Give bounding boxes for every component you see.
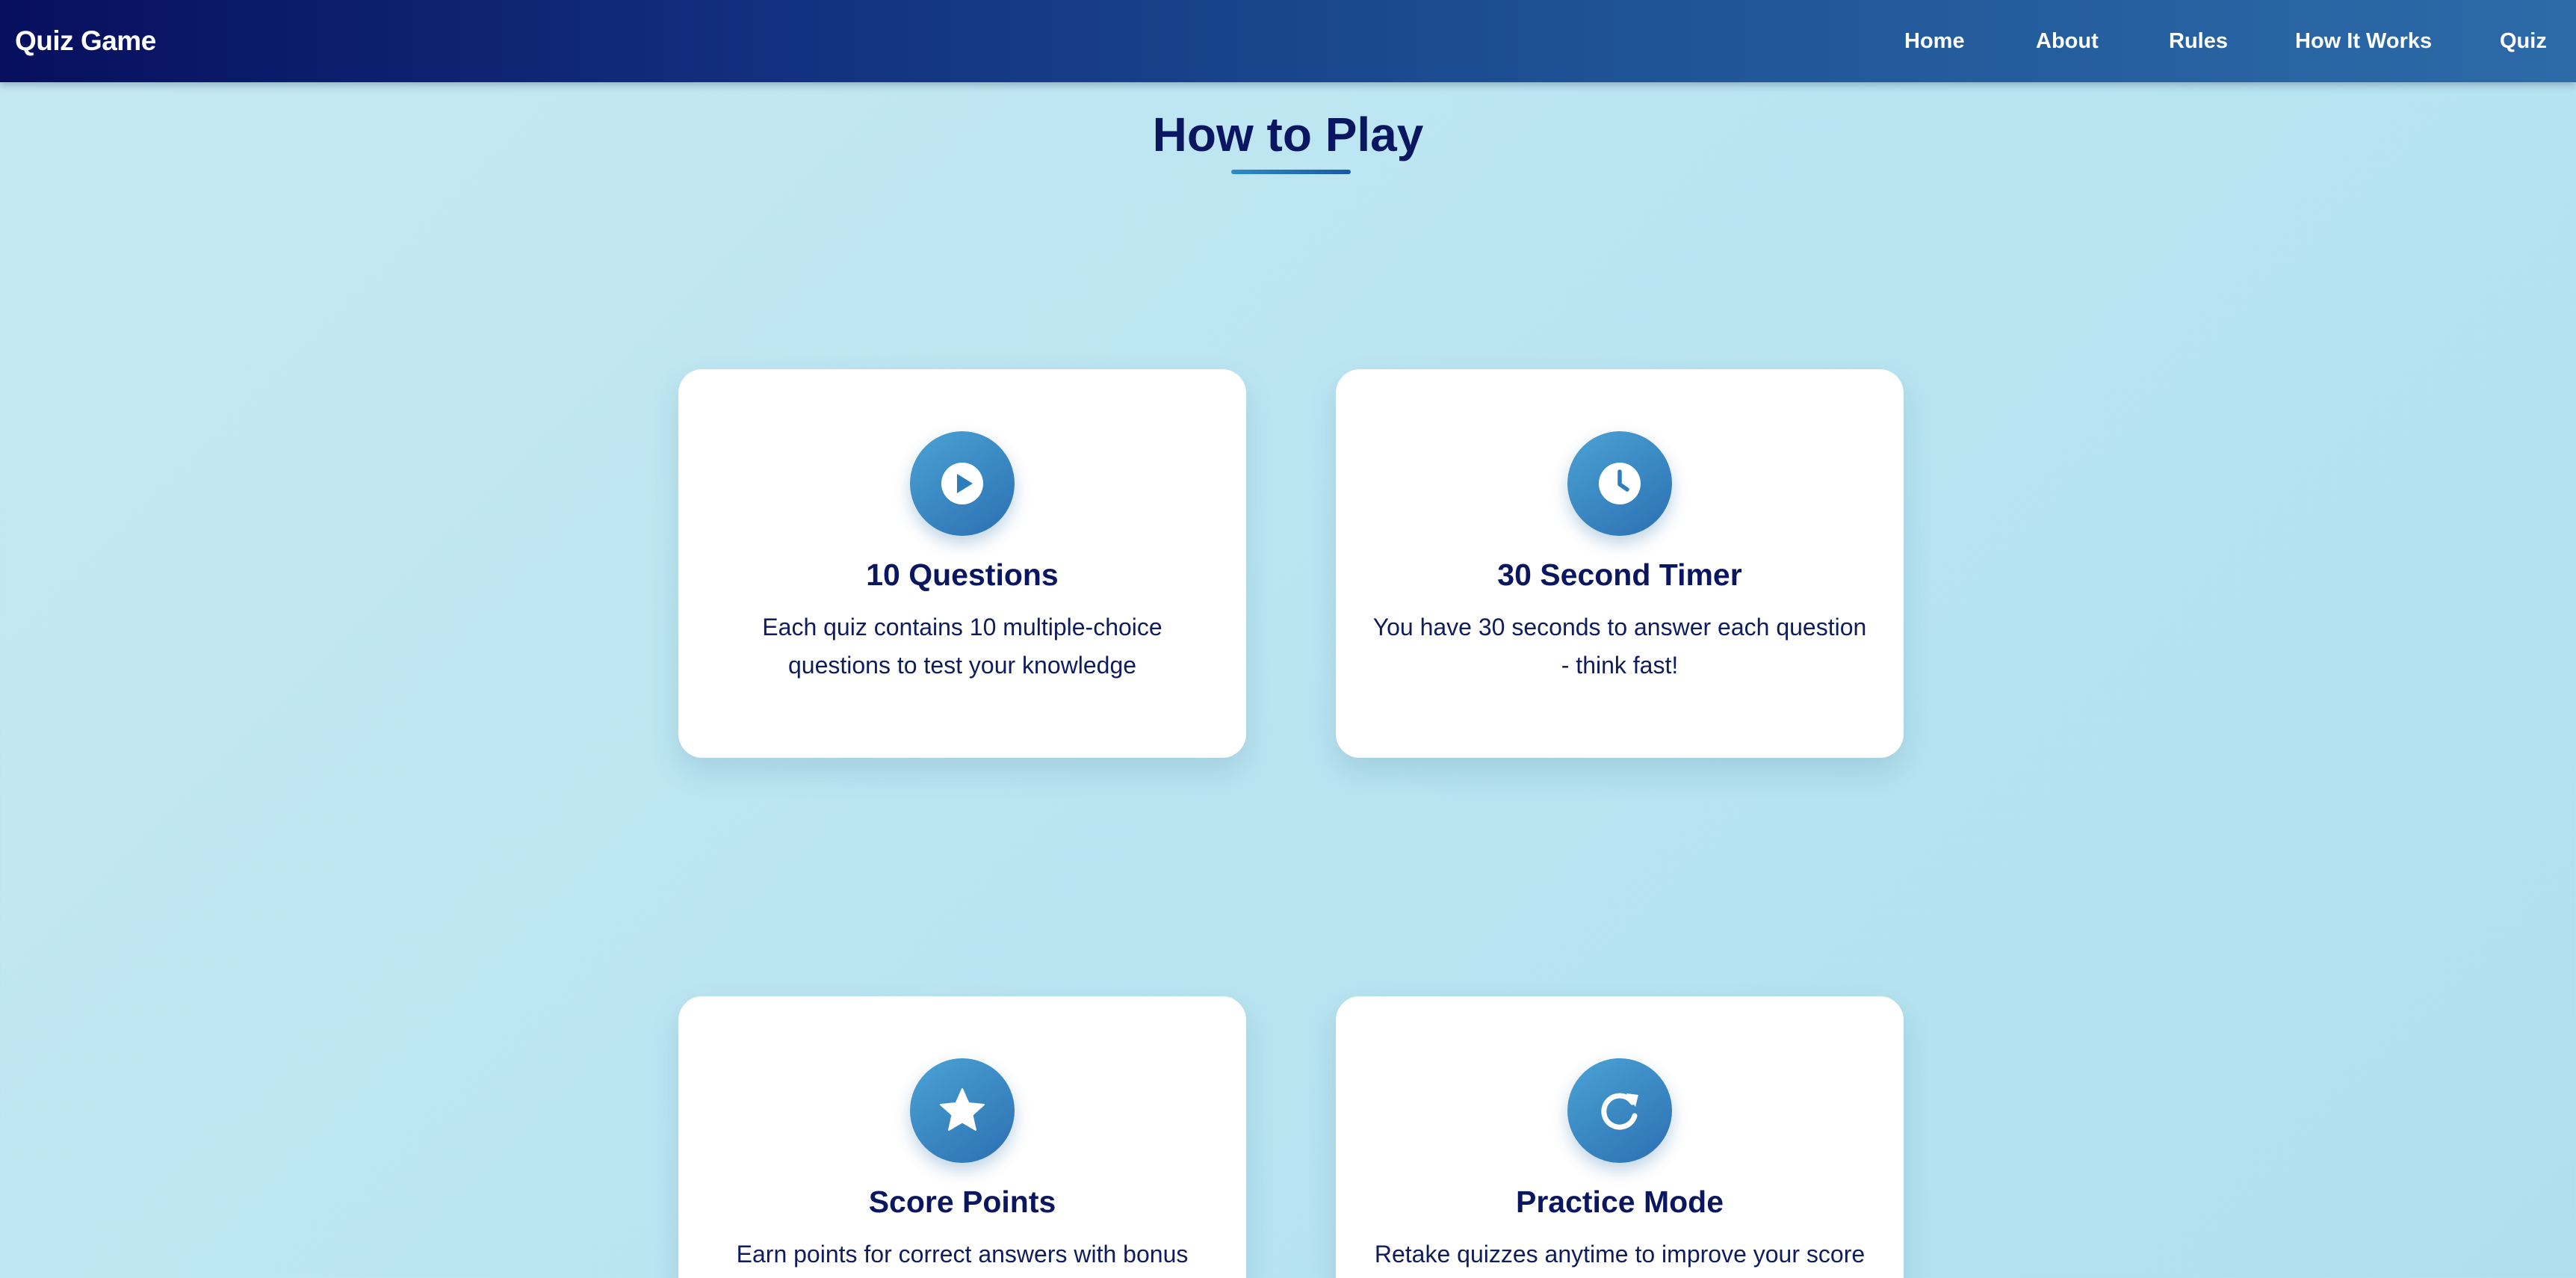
card-description: Retake quizzes anytime to improve your s… bbox=[1374, 1241, 1866, 1268]
card-timer: 30 Second Timer You have 30 seconds to a… bbox=[1336, 369, 1904, 758]
card-score-points: Score Points Earn points for correct ans… bbox=[678, 996, 1246, 1278]
card-title: Practice Mode bbox=[1516, 1185, 1724, 1219]
navbar: Quiz Game Home About Rules How It Works … bbox=[0, 0, 2576, 82]
card-description: Earn points for correct answers with bon… bbox=[736, 1241, 1189, 1268]
card-title: Score Points bbox=[868, 1185, 1056, 1219]
brand-logo[interactable]: Quiz Game bbox=[15, 0, 156, 82]
card-icon-circle bbox=[1567, 1058, 1672, 1163]
card-description: Each quiz contains 10 multiple-choice qu… bbox=[762, 614, 1162, 679]
card-icon-circle bbox=[910, 431, 1015, 536]
nav-link-about[interactable]: About bbox=[2036, 0, 2099, 82]
card-practice-mode: Practice Mode Retake quizzes anytime to … bbox=[1336, 996, 1904, 1278]
title-underline bbox=[1231, 170, 1351, 174]
nav-link-how-it-works[interactable]: How It Works bbox=[2295, 0, 2432, 82]
card-questions: 10 Questions Each quiz contains 10 multi… bbox=[678, 369, 1246, 758]
card-description: You have 30 seconds to answer each quest… bbox=[1372, 614, 1867, 679]
card-icon-circle bbox=[1567, 431, 1672, 536]
star-icon bbox=[940, 1088, 985, 1131]
card-icon-circle bbox=[910, 1058, 1015, 1163]
card-title: 30 Second Timer bbox=[1497, 558, 1742, 592]
page-title: How to Play bbox=[1152, 108, 1424, 161]
nav-link-home[interactable]: Home bbox=[1904, 0, 1965, 82]
card-title: 10 Questions bbox=[866, 558, 1059, 592]
nav-link-rules[interactable]: Rules bbox=[2169, 0, 2228, 82]
play-circle-icon bbox=[941, 463, 983, 504]
nav-link-quiz[interactable]: Quiz bbox=[2500, 0, 2547, 82]
redo-icon bbox=[1601, 1093, 1638, 1130]
clock-icon bbox=[1599, 463, 1641, 504]
